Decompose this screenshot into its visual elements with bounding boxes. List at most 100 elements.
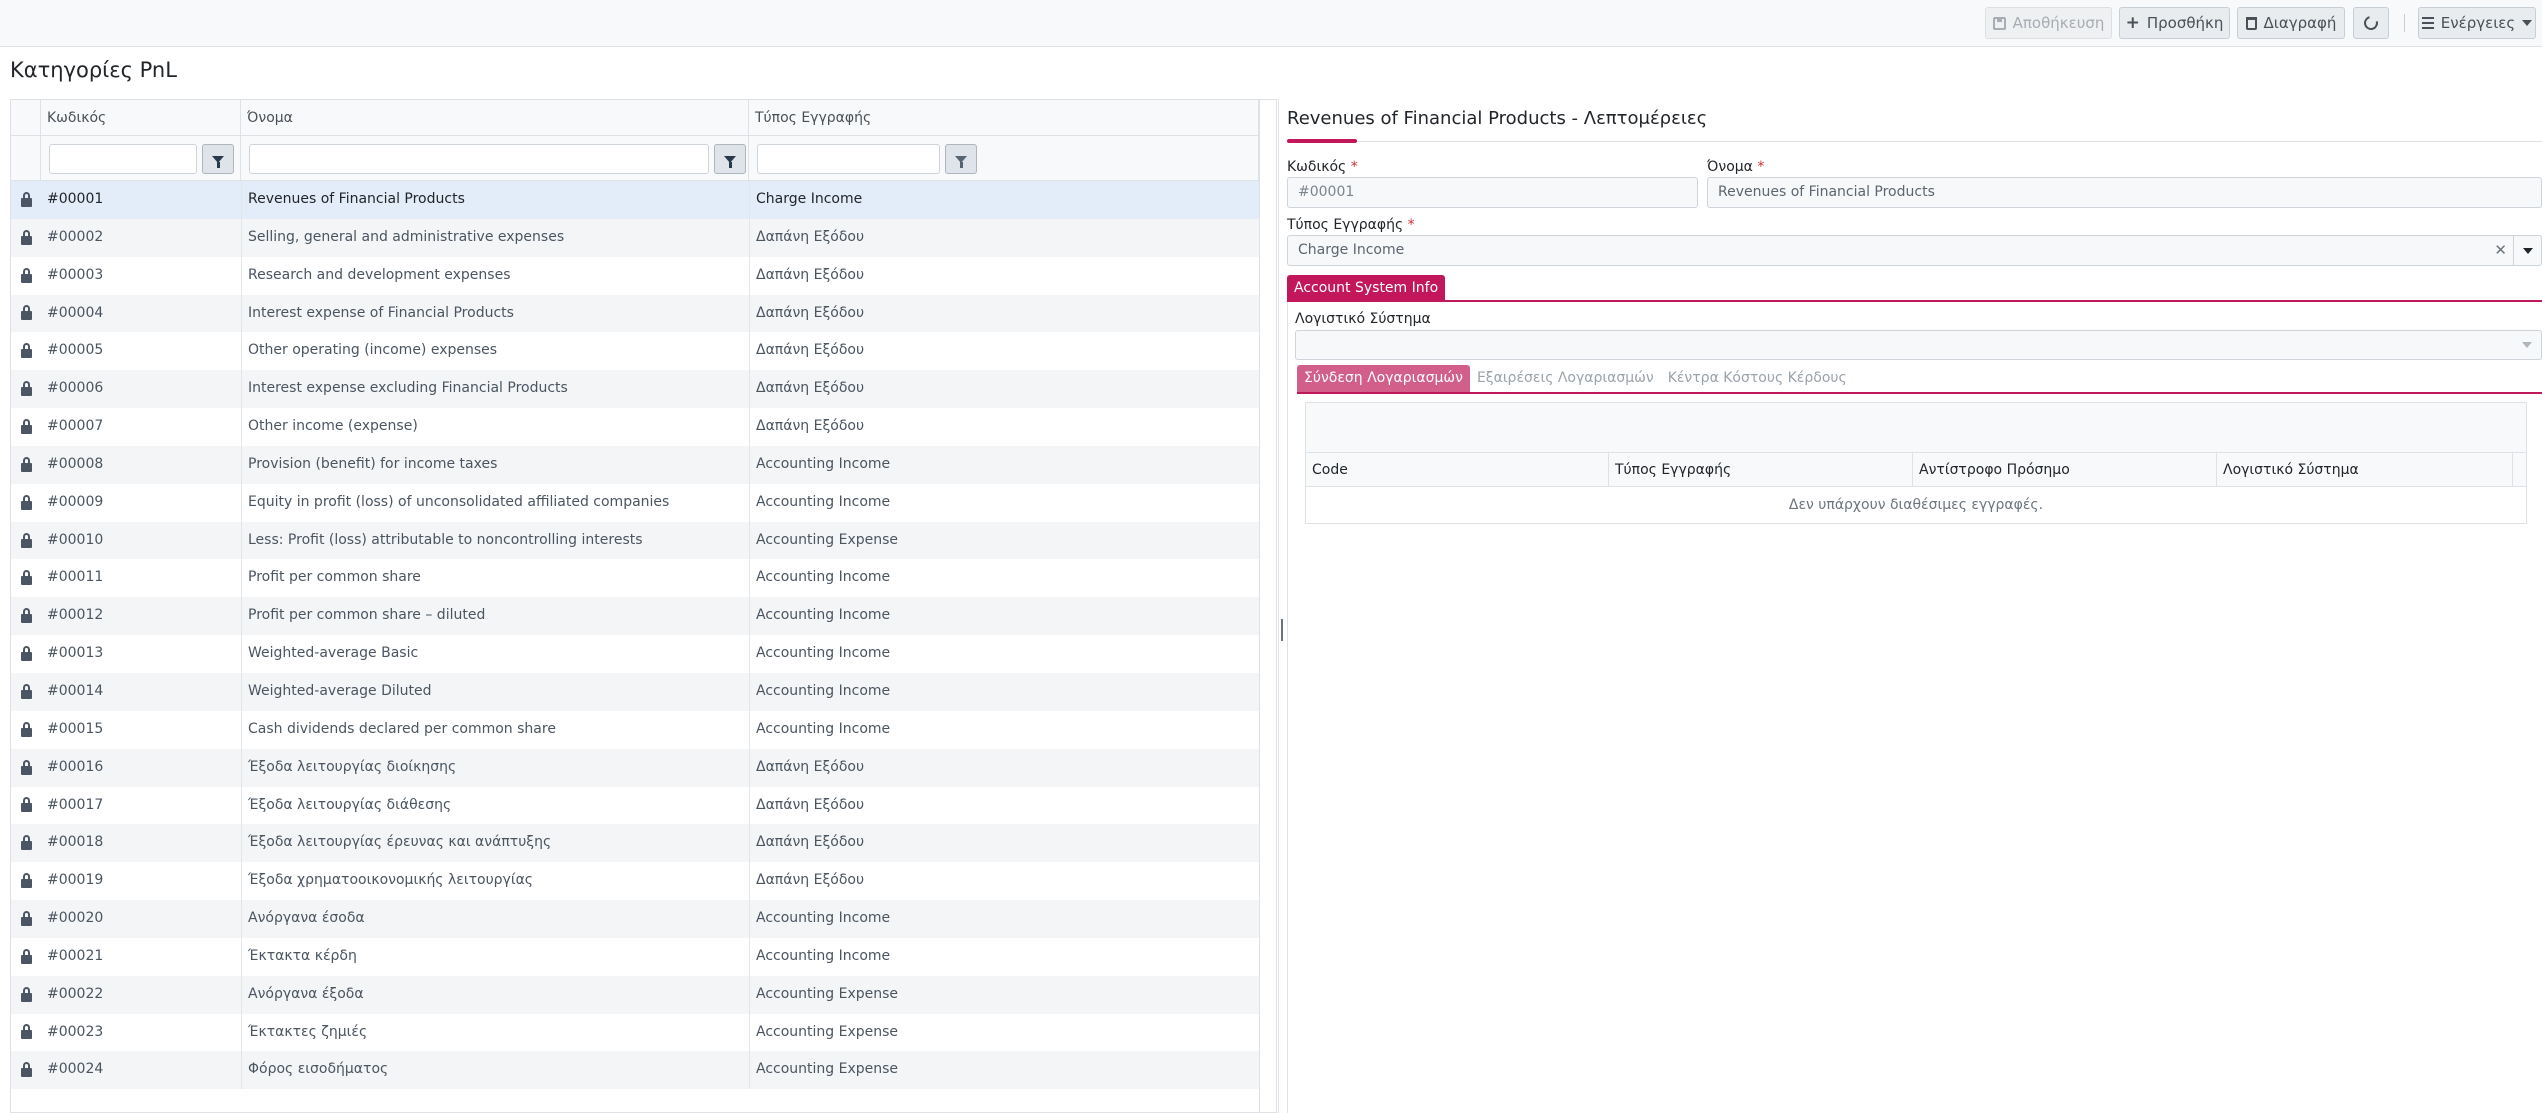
type-select-value: Charge Income <box>1298 242 1405 258</box>
tab-cost-profit-centers[interactable]: Κέντρα Κόστους Κέρδους <box>1661 365 1854 392</box>
cell-code: #00024 <box>47 1061 104 1078</box>
lock-icon <box>20 305 32 321</box>
lock-icon-cell <box>11 938 41 976</box>
lock-icon-cell <box>11 484 41 522</box>
lock-icon <box>20 456 32 472</box>
filter-clear-icon <box>955 155 967 168</box>
tab-account-system-info[interactable]: Account System Info <box>1287 275 1446 301</box>
table-row[interactable]: #00013 Weighted-average Basic Accounting I… <box>11 635 1276 673</box>
table-row[interactable]: #00006 Interest expense excluding Financi… <box>11 370 1276 409</box>
code-field[interactable]: #00001 <box>1287 177 1698 208</box>
cell-name: Provision (benefit) for income taxes <box>241 445 749 484</box>
column-header-name[interactable]: Όνομα <box>241 100 749 136</box>
column-header-code[interactable]: Code <box>1306 453 1609 487</box>
table-row[interactable]: #00022 Ανόργανα έξοδα Accounting Expense <box>11 975 1276 1014</box>
type-label-text: Τύπος Εγγραφής <box>1287 217 1404 233</box>
lock-icon <box>20 494 32 510</box>
lock-icon-cell <box>11 711 41 749</box>
table-row[interactable]: #00018 Έξοδα λειτουργίας έρευνας και ανάπ… <box>11 824 1276 863</box>
type-select-dropdown[interactable] <box>2513 236 2541 265</box>
name-field[interactable]: Revenues of Financial Products <box>1707 177 2542 208</box>
table-row[interactable]: #00020 Ανόργανα έσοδα Accounting Income <box>11 900 1276 938</box>
grid-scrollbar[interactable] <box>1259 100 1276 1112</box>
lock-icon <box>20 191 32 207</box>
code-filter-input[interactable] <box>49 144 197 174</box>
lock-icon <box>20 343 32 359</box>
cell-name: Έξοδα λειτουργίας έρευνας και ανάπτυξης <box>241 824 749 863</box>
table-row[interactable]: #00009 Equity in profit (loss) of unconso… <box>11 483 1276 522</box>
table-row[interactable]: #00005 Other operating (income) expenses Δ… <box>11 332 1276 371</box>
lock-icon <box>20 267 32 283</box>
name-field-label: Όνομα * <box>1707 159 1764 175</box>
chevron-down-icon <box>2522 20 2533 26</box>
table-row[interactable]: #00017 Έξοδα λειτουργίας διάθεσης Δαπάνη Ε… <box>11 786 1276 825</box>
cell-code: #00013 <box>47 645 104 662</box>
cell-type: Δαπάνη Εξόδου <box>749 786 1259 825</box>
code-filter-button[interactable] <box>202 144 234 174</box>
menu-icon <box>2421 17 2434 29</box>
panel-splitter[interactable] <box>1278 99 1286 1113</box>
cell-name: Weighted-average Basic <box>241 635 749 673</box>
save-button[interactable]: Αποθήκευση <box>1985 7 2112 39</box>
inner-tabs: Σύνδεση Λογαριασμών Εξαιρέσεις Λογαριασμ… <box>1297 365 1854 392</box>
chevron-down-icon <box>2522 342 2532 348</box>
column-header-code[interactable]: Κωδικός <box>41 100 241 136</box>
actions-menu-button[interactable]: Ενέργειες <box>2418 7 2536 39</box>
name-filter-input[interactable] <box>249 144 709 174</box>
cell-code: #00004 <box>47 304 104 321</box>
required-mark: * <box>1757 159 1765 175</box>
account-links-grid: Code Τύπος Εγγραφής Αντίστροφο Πρόσημο Λ… <box>1305 402 2527 524</box>
table-row[interactable]: #00002 Selling, general and administrativ… <box>11 218 1276 257</box>
table-row[interactable]: #00014 Weighted-average Diluted Accounting… <box>11 672 1276 711</box>
table-row[interactable]: #00016 Έξοδα λειτουργίας διοίκησης Δαπάνη … <box>11 748 1276 787</box>
cell-type: Accounting Income <box>749 445 1259 484</box>
add-button[interactable]: + Προσθήκη <box>2119 7 2230 39</box>
table-row[interactable]: #00019 Έξοδα χρηματοοικονομικής λειτουργί… <box>11 862 1276 901</box>
table-row[interactable]: #00007 Other income (expense) Δαπάνη Εξόδο… <box>11 408 1276 446</box>
table-row[interactable]: #00021 Έκτακτα κέρδη Accounting Income <box>11 937 1276 976</box>
cell-type: Δαπάνη Εξόδου <box>749 748 1259 787</box>
cell-name: Ανόργανα έξοδα <box>241 975 749 1014</box>
clear-icon[interactable]: ✕ <box>2494 236 2507 265</box>
table-row[interactable]: #00001 Revenues of Financial Products Char… <box>11 181 1276 219</box>
cell-type: Accounting Expense <box>749 1013 1259 1052</box>
tab-account-exceptions[interactable]: Εξαιρέσεις Λογαριασμών <box>1470 365 1661 392</box>
column-header-account-system[interactable]: Λογιστικό Σύστημα <box>2217 453 2513 487</box>
table-row[interactable]: #00011 Profit per common share Accounting … <box>11 559 1276 598</box>
account-system-select[interactable] <box>1295 330 2542 360</box>
cell-name: Weighted-average Diluted <box>241 672 749 711</box>
lock-icon-cell <box>11 446 41 484</box>
tab-account-links[interactable]: Σύνδεση Λογαριασμών <box>1297 365 1470 392</box>
filter-lock-column <box>11 136 41 181</box>
code-label-text: Κωδικός <box>1287 159 1347 175</box>
column-header-type[interactable]: Τύπος Εγγραφής <box>749 100 1259 136</box>
cell-type: Accounting Expense <box>749 975 1259 1014</box>
account-system-dropdown[interactable] <box>2513 331 2541 359</box>
table-row[interactable]: #00015 Cash dividends declared per common… <box>11 710 1276 749</box>
type-field-label: Τύπος Εγγραφής * <box>1287 217 1415 233</box>
name-filter-button[interactable] <box>714 144 746 174</box>
delete-button[interactable]: Διαγραφή <box>2237 7 2345 39</box>
column-header-entry-type[interactable]: Τύπος Εγγραφής <box>1609 453 1913 487</box>
type-filter-clear-button[interactable] <box>945 144 977 174</box>
table-row[interactable]: #00003 Research and development expenses Δ… <box>11 256 1276 295</box>
table-row[interactable]: #00010 Less: Profit (loss) attributable t… <box>11 521 1276 560</box>
table-row[interactable]: #00012 Profit per common share – diluted A… <box>11 597 1276 636</box>
table-row[interactable]: #00023 Έκτακτες ζημιές Accounting Expense <box>11 1013 1276 1052</box>
type-select[interactable]: Charge Income ✕ <box>1287 235 2542 266</box>
lock-icon-cell <box>11 787 41 825</box>
name-label-text: Όνομα <box>1707 159 1753 175</box>
column-header-reverse-sign[interactable]: Αντίστροφο Πρόσημο <box>1913 453 2217 487</box>
top-toolbar: Αποθήκευση + Προσθήκη Διαγραφή Ενέργειες <box>0 0 2542 47</box>
type-filter-input[interactable] <box>757 144 940 174</box>
grid-header: Κωδικός Όνομα Τύπος Εγγραφής <box>11 100 1276 136</box>
lock-icon-cell <box>11 219 41 257</box>
table-row[interactable]: #00024 Φόρος εισοδήματος Accounting Expens… <box>11 1051 1276 1090</box>
cell-code: #00014 <box>47 682 104 699</box>
table-row[interactable]: #00004 Interest expense of Financial Prod… <box>11 294 1276 333</box>
splitter-handle[interactable] <box>1281 619 1283 641</box>
table-row[interactable]: #00008 Provision (benefit) for income tax… <box>11 445 1276 484</box>
cell-type: Accounting Income <box>749 559 1259 598</box>
cell-code: #00020 <box>47 910 104 927</box>
refresh-button[interactable] <box>2353 7 2389 39</box>
